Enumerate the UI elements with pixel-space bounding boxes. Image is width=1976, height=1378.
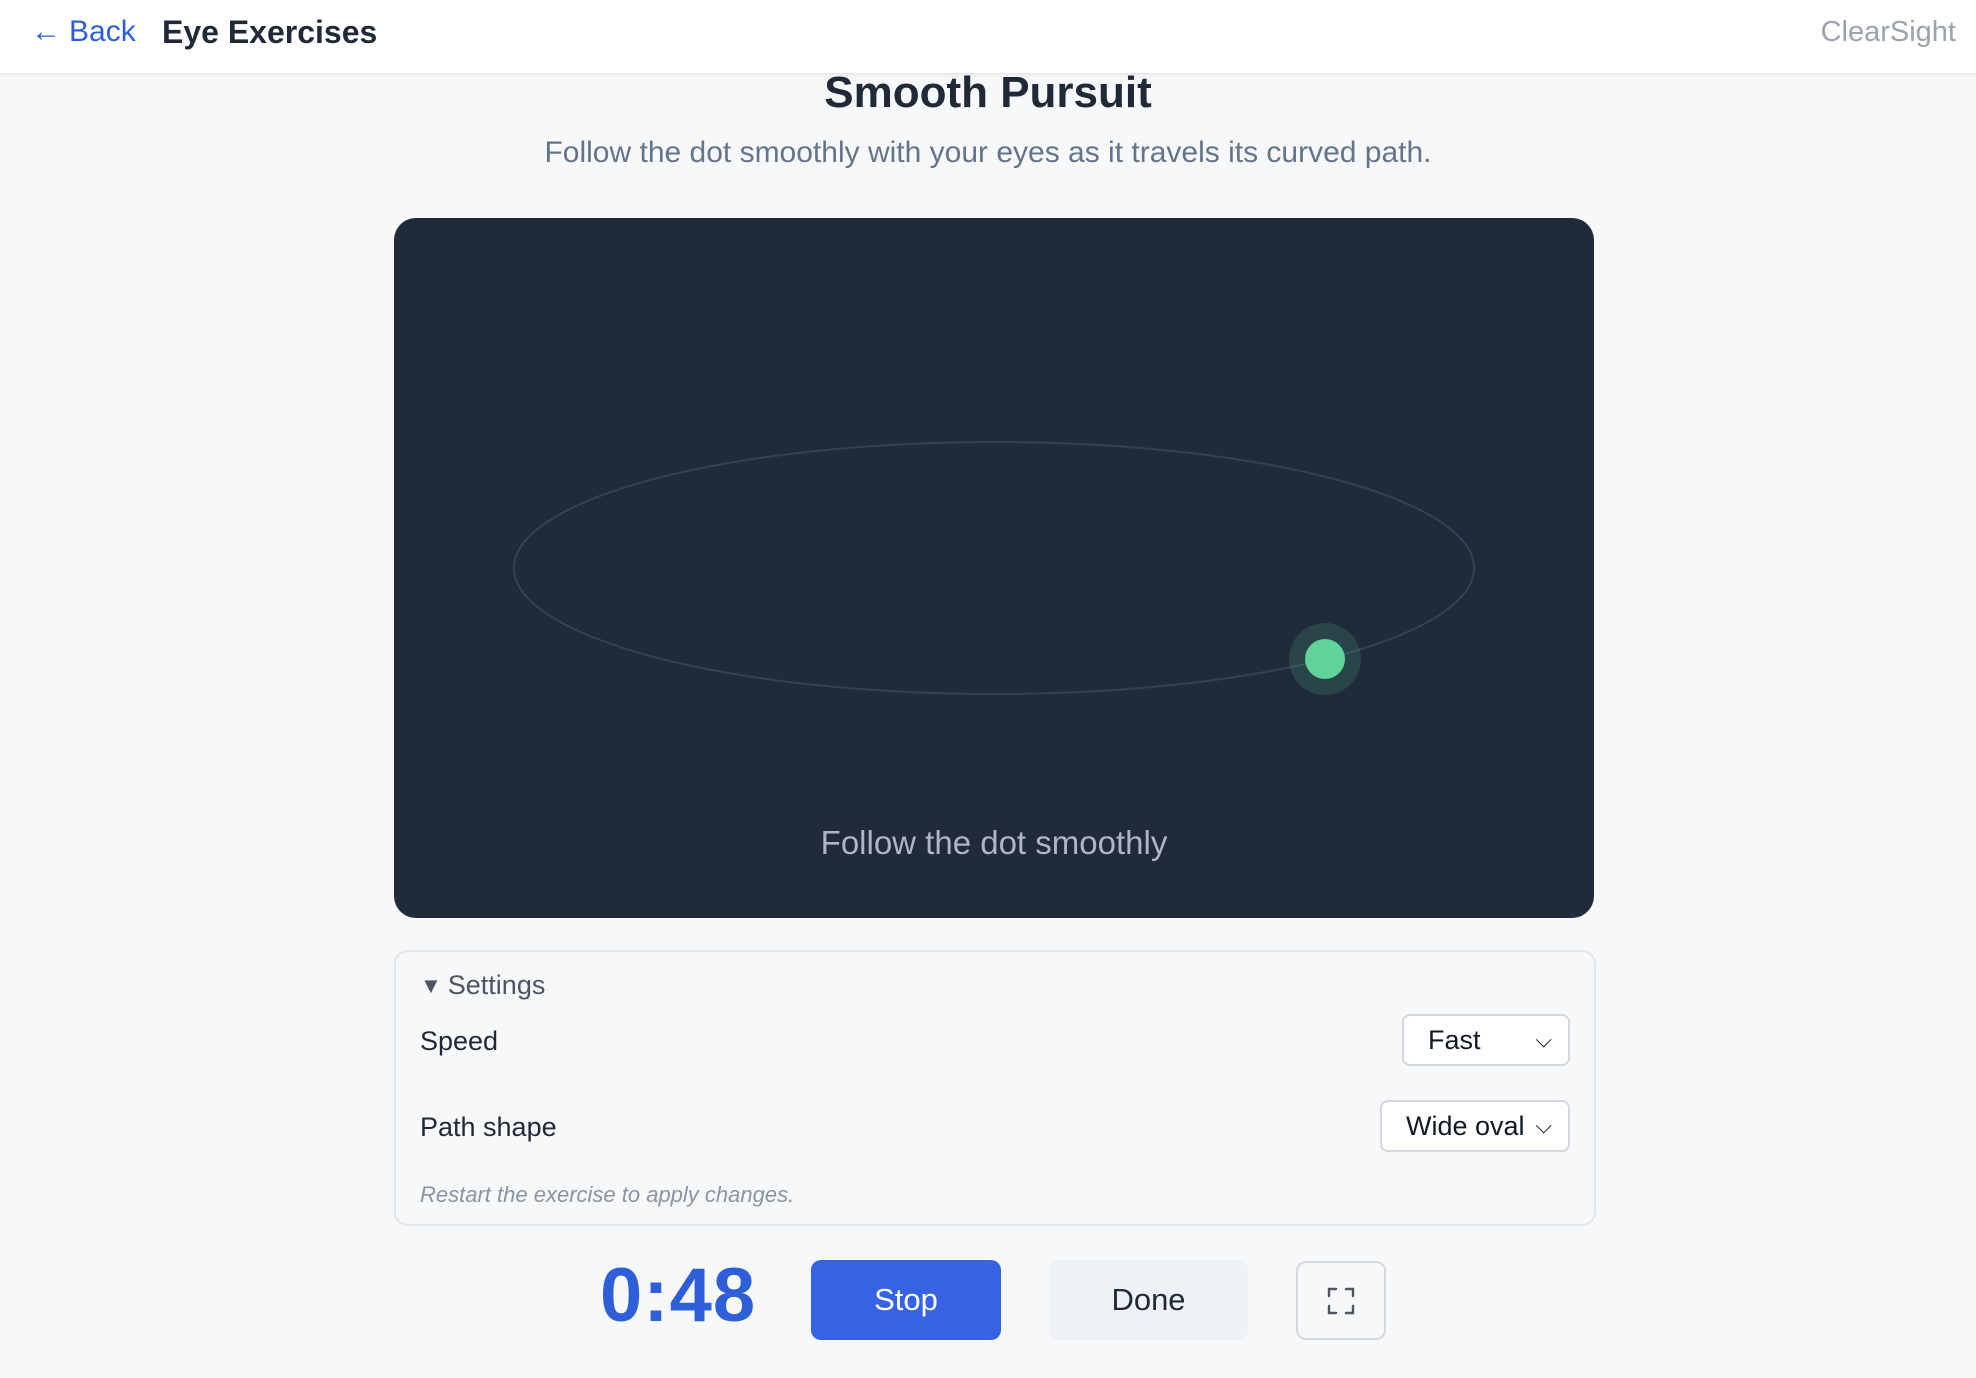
- path-shape-label: Path shape: [420, 1112, 557, 1142]
- speed-label: Speed: [420, 1026, 499, 1056]
- fullscreen-icon: [1327, 1287, 1355, 1314]
- speed-select[interactable]: Fast ⌵: [1402, 1014, 1570, 1066]
- chevron-down-icon: ⌵: [1535, 1027, 1552, 1052]
- path-shape-select-value: Wide oval: [1406, 1110, 1525, 1141]
- top-bar: ← Back Eye Exercises ClearSight: [0, 0, 1976, 74]
- exercise-title: Smooth Pursuit: [824, 68, 1152, 117]
- fullscreen-button[interactable]: [1296, 1261, 1386, 1340]
- settings-panel: ▼ Settings Speed Fast ⌵ Path shape Wide …: [394, 950, 1596, 1226]
- back-button[interactable]: ← Back: [31, 15, 136, 49]
- settings-label: Settings: [447, 970, 546, 1000]
- brand-logo: ClearSight: [1820, 16, 1956, 48]
- arrow-left-icon: ←: [31, 15, 61, 48]
- speed-select-value: Fast: [1428, 1024, 1481, 1055]
- chevron-down-icon: ⌵: [1535, 1113, 1552, 1138]
- done-button[interactable]: Done: [1049, 1260, 1248, 1340]
- target-dot: [1305, 639, 1345, 679]
- nav-title: Eye Exercises: [162, 14, 378, 50]
- exercise-subtitle: Follow the dot smoothly with your eyes a…: [544, 136, 1432, 169]
- back-label: Back: [69, 15, 136, 48]
- triangle-down-icon: ▼: [420, 972, 442, 998]
- pursuit-canvas: [513, 441, 1475, 695]
- countdown-timer: 0:48: [600, 1253, 757, 1338]
- exercise-stage: Follow the dot smoothly: [394, 218, 1594, 918]
- settings-note: Restart the exercise to apply changes.: [420, 1182, 795, 1207]
- settings-toggle[interactable]: ▼ Settings: [420, 970, 545, 1001]
- stage-caption: Follow the dot smoothly: [820, 824, 1168, 861]
- stop-button[interactable]: Stop: [811, 1260, 1001, 1340]
- path-shape-select[interactable]: Wide oval ⌵: [1380, 1100, 1570, 1152]
